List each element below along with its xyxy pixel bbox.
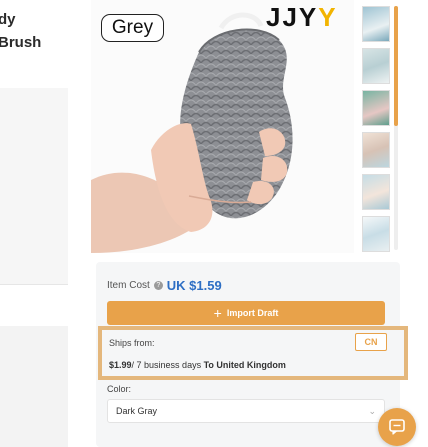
product-title: dy Brush bbox=[0, 8, 41, 54]
chat-icon bbox=[389, 419, 405, 435]
product-main-image[interactable]: Grey JJYY bbox=[91, 0, 354, 253]
shipping-price: $1.99 bbox=[109, 360, 132, 370]
shipping-details: $1.99/ 7 business days To United Kingdom bbox=[109, 360, 286, 370]
color-label: Color: bbox=[107, 384, 132, 394]
left-panel-lower bbox=[0, 326, 68, 447]
thumbnail-strip bbox=[360, 6, 392, 252]
thumbnail[interactable] bbox=[362, 216, 390, 252]
divider bbox=[0, 284, 68, 285]
item-cost-label: Item Cost bbox=[107, 280, 150, 291]
thumbnail[interactable] bbox=[362, 90, 390, 126]
import-draft-button[interactable]: + Import Draft bbox=[107, 301, 385, 325]
thumbnail[interactable] bbox=[362, 6, 390, 42]
import-draft-label: Import Draft bbox=[226, 308, 279, 318]
thumbnail[interactable] bbox=[362, 174, 390, 210]
brand-logo: JJYY bbox=[266, 2, 338, 33]
brand-logo-accent: Y bbox=[318, 2, 338, 32]
thumbnail[interactable] bbox=[362, 132, 390, 168]
item-cost-row: Item Cost ? UK $1.59 bbox=[107, 278, 222, 293]
chevron-down-icon: ⌄ bbox=[368, 405, 376, 416]
color-selected-value: Dark Gray bbox=[116, 406, 158, 416]
item-cost-price: UK $1.59 bbox=[166, 278, 222, 293]
shipping-info-box: Ships from: CN $1.99/ 7 business days To… bbox=[98, 326, 408, 380]
brand-logo-main: JJY bbox=[266, 2, 319, 32]
plus-icon: + bbox=[213, 305, 222, 321]
shipping-destination: To United Kingdom bbox=[203, 360, 286, 370]
color-select[interactable]: Dark Gray ⌄ bbox=[107, 399, 385, 423]
ship-origin-select[interactable]: CN bbox=[355, 333, 387, 351]
scrollbar-thumb[interactable] bbox=[394, 6, 398, 126]
ships-from-label: Ships from: bbox=[109, 338, 155, 348]
chat-button[interactable] bbox=[378, 408, 416, 446]
product-title-line-1: dy bbox=[0, 11, 16, 28]
left-panel bbox=[0, 88, 68, 284]
help-icon[interactable]: ? bbox=[153, 281, 163, 290]
product-title-line-2: Brush bbox=[0, 34, 42, 51]
thumbnail-scrollbar[interactable] bbox=[394, 6, 398, 250]
shipping-days: / 7 business days bbox=[131, 360, 202, 370]
variant-label: Grey bbox=[101, 14, 164, 42]
thumbnail[interactable] bbox=[362, 48, 390, 84]
